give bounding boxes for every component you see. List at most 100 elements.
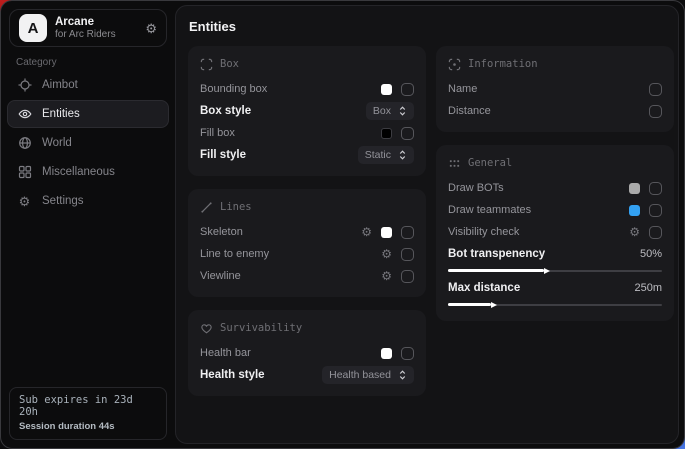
slider-handle[interactable] — [544, 268, 550, 274]
session-duration-text: Session duration 44s — [19, 421, 157, 432]
gear-icon: ⚙ — [17, 195, 32, 208]
sidebar-item-entities[interactable]: Entities — [7, 100, 169, 128]
setting-row-skeleton: Skeleton ⚙ — [200, 221, 414, 243]
sidebar-item-miscellaneous[interactable]: Miscellaneous — [7, 158, 169, 186]
setting-label: Skeleton — [200, 226, 243, 238]
section-title: Box — [220, 58, 239, 70]
app-window: A Arcane for Arc Riders ⚙ Category Aimbo… — [0, 0, 685, 449]
setting-row-fill-box: Fill box — [200, 122, 414, 144]
distance-checkbox[interactable] — [649, 105, 662, 118]
select-value: Static — [365, 149, 391, 161]
visibility-check-config-gear-icon[interactable]: ⚙ — [629, 226, 640, 238]
subscription-info-card: Sub expires in 23d 20h Session duration … — [9, 387, 167, 440]
fill-box-color-swatch[interactable] — [381, 128, 392, 139]
line-to-enemy-config-gear-icon[interactable]: ⚙ — [381, 248, 392, 260]
settings-gear-icon[interactable]: ⚙ — [145, 22, 157, 35]
setting-label: Fill style — [200, 149, 246, 161]
setting-label: Draw BOTs — [448, 182, 504, 194]
setting-label: Max distance — [448, 282, 520, 294]
survivability-section-header: Survivability — [200, 320, 414, 336]
bot-transparency-value: 50% — [640, 248, 662, 260]
visibility-check-checkbox[interactable] — [649, 226, 662, 239]
sidebar-item-aimbot[interactable]: Aimbot — [7, 71, 169, 99]
setting-row-fill-style: Fill style Static — [200, 144, 414, 166]
setting-label: Name — [448, 83, 477, 95]
section-title: Information — [468, 58, 538, 70]
viewline-checkbox[interactable] — [401, 270, 414, 283]
survivability-card: Survivability Health bar Health style — [188, 310, 426, 396]
setting-row-box-style: Box style Box — [200, 100, 414, 122]
sidebar-nav: Aimbot Entities Wo — [7, 71, 169, 215]
diagonal-line-icon — [200, 201, 213, 214]
general-card: General Draw BOTs Draw teammates — [436, 145, 674, 321]
select-value: Health based — [329, 369, 391, 381]
information-card: Information Name Distance — [436, 46, 674, 132]
max-distance-value: 250m — [634, 282, 662, 294]
setting-row-visibility-check: Visibility check ⚙ — [448, 221, 662, 243]
slider-handle[interactable] — [491, 302, 497, 308]
fill-box-checkbox[interactable] — [401, 127, 414, 140]
skeleton-checkbox[interactable] — [401, 226, 414, 239]
sidebar-item-label: Miscellaneous — [42, 166, 115, 178]
desktop: A Arcane for Arc Riders ⚙ Category Aimbo… — [0, 0, 685, 449]
health-bar-checkbox[interactable] — [401, 347, 414, 360]
bot-transparency-slider[interactable] — [448, 267, 662, 274]
crosshair-icon — [17, 78, 32, 92]
line-to-enemy-checkbox[interactable] — [401, 248, 414, 261]
setting-label: Health style — [200, 369, 265, 381]
setting-label: Visibility check — [448, 226, 519, 238]
setting-label: Health bar — [200, 347, 251, 359]
bounding-box-color-swatch[interactable] — [381, 84, 392, 95]
draw-bots-color-swatch[interactable] — [629, 183, 640, 194]
setting-row-health-bar: Health bar — [200, 342, 414, 364]
category-label: Category — [16, 57, 57, 68]
lines-section-header: Lines — [200, 199, 414, 215]
lines-card: Lines Skeleton ⚙ Line to enemy — [188, 189, 426, 297]
grid-icon — [17, 165, 32, 179]
viewline-config-gear-icon[interactable]: ⚙ — [381, 270, 392, 282]
sidebar-item-label: Entities — [42, 108, 80, 120]
max-distance-slider[interactable] — [448, 301, 662, 308]
health-bar-color-swatch[interactable] — [381, 348, 392, 359]
health-style-select[interactable]: Health based — [322, 366, 414, 384]
fill-style-select[interactable]: Static — [358, 146, 414, 164]
dots-grid-icon — [448, 157, 461, 170]
draw-teammates-checkbox[interactable] — [649, 204, 662, 217]
card-columns: Box Bounding box Box style — [188, 46, 674, 396]
section-title: Survivability — [220, 322, 302, 334]
draw-teammates-color-swatch[interactable] — [629, 205, 640, 216]
skeleton-color-swatch[interactable] — [381, 227, 392, 238]
sidebar-item-world[interactable]: World — [7, 129, 169, 157]
slider-fill — [448, 269, 544, 272]
setting-label: Line to enemy — [200, 248, 269, 260]
setting-row-distance: Distance — [448, 100, 662, 122]
setting-row-draw-bots: Draw BOTs — [448, 177, 662, 199]
name-checkbox[interactable] — [649, 83, 662, 96]
sidebar-item-settings[interactable]: ⚙ Settings — [7, 187, 169, 215]
sidebar: A Arcane for Arc Riders ⚙ Category Aimbo… — [1, 1, 175, 448]
sub-expiry-text: Sub expires in 23d 20h — [19, 394, 157, 418]
setting-row-health-style: Health style Health based — [200, 364, 414, 386]
chevron-updown-icon — [398, 105, 407, 117]
setting-label: Viewline — [200, 270, 241, 282]
section-title: General — [468, 157, 512, 169]
left-column: Box Bounding box Box style — [188, 46, 426, 396]
box-section-header: Box — [200, 56, 414, 72]
box-card: Box Bounding box Box style — [188, 46, 426, 176]
info-frame-icon — [448, 58, 461, 71]
skeleton-config-gear-icon[interactable]: ⚙ — [361, 226, 372, 238]
select-value: Box — [373, 105, 391, 117]
general-section-header: General — [448, 155, 662, 171]
section-title: Lines — [220, 201, 252, 213]
app-title: Arcane — [55, 16, 137, 29]
bounding-box-checkbox[interactable] — [401, 83, 414, 96]
setting-label: Fill box — [200, 127, 235, 139]
box-style-select[interactable]: Box — [366, 102, 414, 120]
heart-icon — [200, 322, 213, 335]
app-logo: A — [19, 14, 47, 42]
setting-label: Bounding box — [200, 83, 267, 95]
globe-icon — [17, 136, 32, 150]
draw-bots-checkbox[interactable] — [649, 182, 662, 195]
setting-row-max-distance: Max distance 250m — [448, 277, 662, 299]
brand-card: A Arcane for Arc Riders ⚙ — [9, 9, 167, 47]
